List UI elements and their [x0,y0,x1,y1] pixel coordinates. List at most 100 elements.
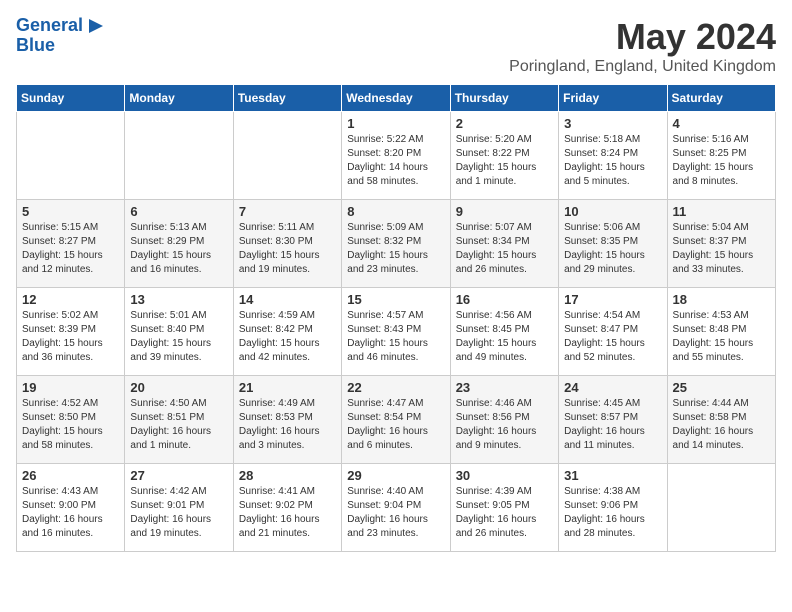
calendar-cell: 1 Sunrise: 5:22 AM Sunset: 8:20 PM Daylig… [342,112,450,200]
calendar-cell: 15Sunrise: 4:57 AM Sunset: 8:43 PM Dayli… [342,288,450,376]
day-info: Sunrise: 4:45 AM Sunset: 8:57 PM Dayligh… [564,397,661,453]
header-monday: Monday [125,85,233,112]
calendar-cell [667,464,775,552]
header-tuesday: Tuesday [233,85,341,112]
calendar-header-row: SundayMondayTuesdayWednesdayThursdayFrid… [17,85,776,112]
calendar-cell: 3 Sunrise: 5:18 AM Sunset: 8:24 PM Daylig… [559,112,667,200]
day-info: Sunrise: 5:07 AM Sunset: 8:34 PM Dayligh… [456,221,553,277]
day-info: Sunrise: 5:13 AM Sunset: 8:29 PM Dayligh… [130,221,227,277]
calendar-cell: 13 Sunrise: 5:01 AM Sunset: 8:40 PM Dayli… [125,288,233,376]
day-info: Sunrise: 5:09 AM Sunset: 8:32 PM Dayligh… [347,221,444,277]
week-row-4: 19Sunrise: 4:52 AM Sunset: 8:50 PM Dayli… [17,376,776,464]
month-title: May 2024 [509,16,776,58]
day-number: 23 [456,380,553,395]
day-info: Sunrise: 5:01 AM Sunset: 8:40 PM Dayligh… [130,309,227,365]
logo-blue-text: Blue [16,36,105,56]
calendar-cell: 8 Sunrise: 5:09 AM Sunset: 8:32 PM Daylig… [342,200,450,288]
week-row-1: 1 Sunrise: 5:22 AM Sunset: 8:20 PM Daylig… [17,112,776,200]
calendar-cell: 12 Sunrise: 5:02 AM Sunset: 8:39 PM Dayli… [17,288,125,376]
calendar-cell: 28Sunrise: 4:41 AM Sunset: 9:02 PM Dayli… [233,464,341,552]
day-info: Sunrise: 4:41 AM Sunset: 9:02 PM Dayligh… [239,485,336,541]
day-number: 2 [456,116,553,131]
day-number: 22 [347,380,444,395]
calendar-cell: 29 Sunrise: 4:40 AM Sunset: 9:04 PM Dayli… [342,464,450,552]
calendar-cell: 24Sunrise: 4:45 AM Sunset: 8:57 PM Dayli… [559,376,667,464]
day-number: 13 [130,292,227,307]
day-number: 27 [130,468,227,483]
calendar-cell: 5 Sunrise: 5:15 AM Sunset: 8:27 PM Daylig… [17,200,125,288]
calendar-cell: 6 Sunrise: 5:13 AM Sunset: 8:29 PM Daylig… [125,200,233,288]
calendar-cell [125,112,233,200]
calendar-cell: 9 Sunrise: 5:07 AM Sunset: 8:34 PM Daylig… [450,200,558,288]
day-number: 30 [456,468,553,483]
day-info: Sunrise: 4:54 AM Sunset: 8:47 PM Dayligh… [564,309,661,365]
day-info: Sunrise: 5:20 AM Sunset: 8:22 PM Dayligh… [456,133,553,189]
day-info: Sunrise: 4:40 AM Sunset: 9:04 PM Dayligh… [347,485,444,541]
day-number: 31 [564,468,661,483]
header-saturday: Saturday [667,85,775,112]
calendar-cell: 7Sunrise: 5:11 AM Sunset: 8:30 PM Daylig… [233,200,341,288]
day-info: Sunrise: 5:02 AM Sunset: 8:39 PM Dayligh… [22,309,119,365]
calendar-cell: 21 Sunrise: 4:49 AM Sunset: 8:53 PM Dayli… [233,376,341,464]
day-number: 19 [22,380,119,395]
calendar-cell: 26 Sunrise: 4:43 AM Sunset: 9:00 PM Dayli… [17,464,125,552]
day-info: Sunrise: 4:44 AM Sunset: 8:58 PM Dayligh… [673,397,770,453]
logo-text: General [16,16,83,36]
calendar-cell: 4Sunrise: 5:16 AM Sunset: 8:25 PM Daylig… [667,112,775,200]
day-info: Sunrise: 5:22 AM Sunset: 8:20 PM Dayligh… [347,133,444,189]
day-number: 4 [673,116,770,131]
calendar-cell: 11 Sunrise: 5:04 AM Sunset: 8:37 PM Dayli… [667,200,775,288]
day-info: Sunrise: 4:43 AM Sunset: 9:00 PM Dayligh… [22,485,119,541]
calendar-cell: 17Sunrise: 4:54 AM Sunset: 8:47 PM Dayli… [559,288,667,376]
page-header: General Blue May 2024 Poringland, Englan… [16,16,776,76]
calendar-cell: 18Sunrise: 4:53 AM Sunset: 8:48 PM Dayli… [667,288,775,376]
day-info: Sunrise: 4:57 AM Sunset: 8:43 PM Dayligh… [347,309,444,365]
calendar-cell: 2 Sunrise: 5:20 AM Sunset: 8:22 PM Daylig… [450,112,558,200]
day-number: 7 [239,204,336,219]
calendar-cell [233,112,341,200]
calendar-cell: 19Sunrise: 4:52 AM Sunset: 8:50 PM Dayli… [17,376,125,464]
calendar-cell [17,112,125,200]
day-info: Sunrise: 4:50 AM Sunset: 8:51 PM Dayligh… [130,397,227,453]
calendar-cell: 31 Sunrise: 4:38 AM Sunset: 9:06 PM Dayli… [559,464,667,552]
day-number: 20 [130,380,227,395]
day-number: 6 [130,204,227,219]
day-number: 25 [673,380,770,395]
week-row-5: 26 Sunrise: 4:43 AM Sunset: 9:00 PM Dayli… [17,464,776,552]
day-info: Sunrise: 4:49 AM Sunset: 8:53 PM Dayligh… [239,397,336,453]
day-number: 16 [456,292,553,307]
calendar-cell: 16 Sunrise: 4:56 AM Sunset: 8:45 PM Dayli… [450,288,558,376]
calendar-cell: 25 Sunrise: 4:44 AM Sunset: 8:58 PM Dayli… [667,376,775,464]
day-number: 12 [22,292,119,307]
day-number: 11 [673,204,770,219]
day-info: Sunrise: 4:46 AM Sunset: 8:56 PM Dayligh… [456,397,553,453]
header-thursday: Thursday [450,85,558,112]
calendar-cell: 30 Sunrise: 4:39 AM Sunset: 9:05 PM Dayli… [450,464,558,552]
calendar-cell: 20 Sunrise: 4:50 AM Sunset: 8:51 PM Dayli… [125,376,233,464]
day-number: 18 [673,292,770,307]
day-info: Sunrise: 5:15 AM Sunset: 8:27 PM Dayligh… [22,221,119,277]
day-info: Sunrise: 5:04 AM Sunset: 8:37 PM Dayligh… [673,221,770,277]
day-info: Sunrise: 4:56 AM Sunset: 8:45 PM Dayligh… [456,309,553,365]
logo-arrow-icon [87,17,105,35]
day-number: 9 [456,204,553,219]
day-number: 1 [347,116,444,131]
day-number: 26 [22,468,119,483]
day-info: Sunrise: 4:47 AM Sunset: 8:54 PM Dayligh… [347,397,444,453]
day-number: 21 [239,380,336,395]
calendar-cell: 14 Sunrise: 4:59 AM Sunset: 8:42 PM Dayli… [233,288,341,376]
day-info: Sunrise: 4:38 AM Sunset: 9:06 PM Dayligh… [564,485,661,541]
calendar-cell: 10Sunrise: 5:06 AM Sunset: 8:35 PM Dayli… [559,200,667,288]
day-number: 14 [239,292,336,307]
calendar-cell: 22 Sunrise: 4:47 AM Sunset: 8:54 PM Dayli… [342,376,450,464]
header-sunday: Sunday [17,85,125,112]
day-number: 5 [22,204,119,219]
header-friday: Friday [559,85,667,112]
day-number: 3 [564,116,661,131]
day-number: 29 [347,468,444,483]
location-subtitle: Poringland, England, United Kingdom [509,58,776,76]
day-number: 8 [347,204,444,219]
day-info: Sunrise: 4:59 AM Sunset: 8:42 PM Dayligh… [239,309,336,365]
day-info: Sunrise: 5:18 AM Sunset: 8:24 PM Dayligh… [564,133,661,189]
day-info: Sunrise: 4:39 AM Sunset: 9:05 PM Dayligh… [456,485,553,541]
